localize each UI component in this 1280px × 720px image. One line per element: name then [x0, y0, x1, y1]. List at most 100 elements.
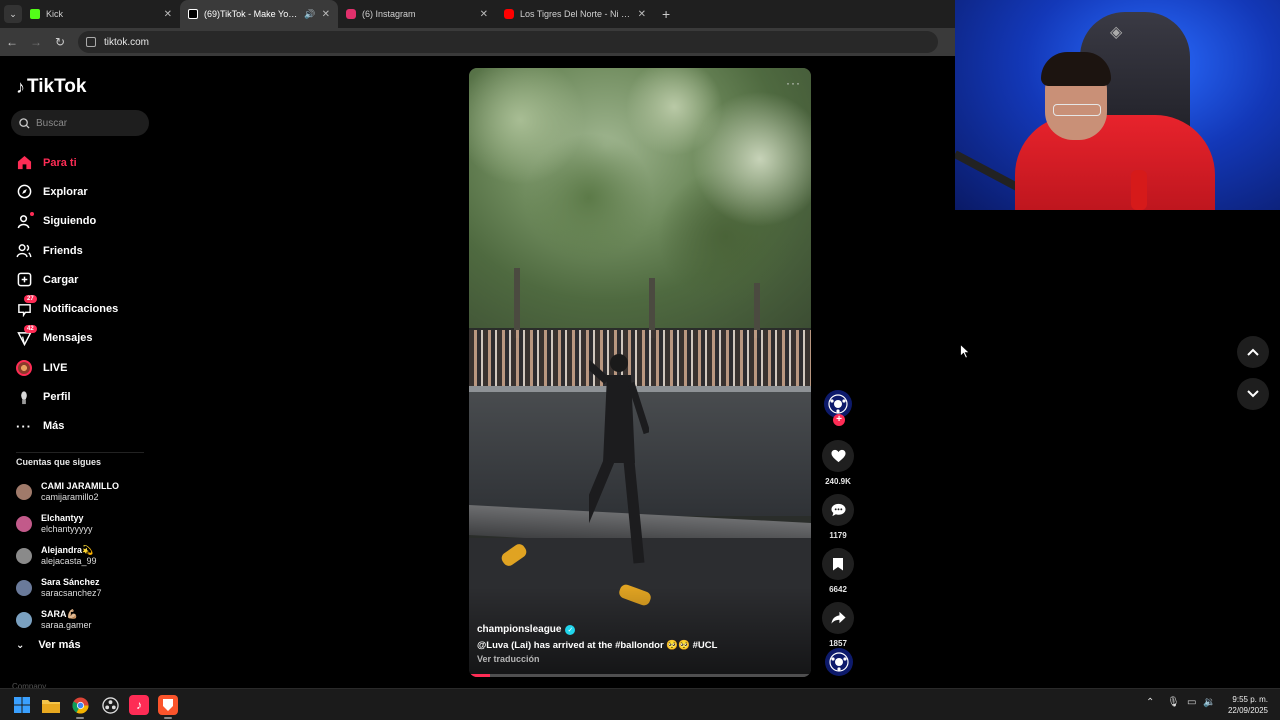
tiktok-logo[interactable]: ♪ TikTok — [16, 76, 86, 98]
instagram-favicon-icon — [346, 9, 356, 19]
following-account[interactable]: Sara Sánchez saracsanchez7 — [16, 572, 119, 604]
nav-item-live[interactable]: LIVE — [16, 353, 118, 382]
volume-tray-icon[interactable]: 🔉 — [1203, 697, 1215, 708]
like-action[interactable]: 240.9K — [822, 440, 854, 486]
back-icon[interactable]: ← — [0, 35, 24, 49]
tray-overflow-icon[interactable]: ⌃ — [1146, 697, 1154, 708]
bookmark-icon — [833, 558, 843, 571]
share-button[interactable] — [822, 602, 854, 634]
follow-plus-icon[interactable]: + — [833, 414, 845, 426]
close-tab-icon[interactable]: ✕ — [480, 9, 488, 20]
see-more-label: Ver más — [38, 639, 81, 651]
windows-taskbar: ♪ ⌃ 🎙 ▭ 🔉 9:55 p. m. 22/09/2025 — [0, 688, 1280, 720]
see-more-button[interactable]: ⌄ Ver más — [16, 639, 81, 651]
nav-item-explorar[interactable]: Explorar — [16, 177, 118, 206]
clock-date: 22/09/2025 — [1227, 706, 1268, 715]
search-input[interactable]: Buscar — [11, 110, 149, 136]
chrome-icon[interactable] — [70, 695, 90, 719]
video-author[interactable]: championsleague ✓ — [477, 624, 797, 635]
microphone-tray-icon[interactable]: 🎙 — [1167, 697, 1180, 708]
account-handle: elchantyyyyy — [41, 524, 93, 534]
save-button[interactable] — [822, 548, 854, 580]
chevron-down-icon — [1247, 390, 1259, 398]
comment-count: 1179 — [829, 531, 847, 540]
tab-title: Los Tigres Del Norte - Ni Parientes — [520, 9, 632, 19]
forward-icon[interactable]: → — [24, 35, 48, 49]
nav-item-siguiendo[interactable]: Siguiendo — [16, 207, 118, 236]
like-count: 240.9K — [825, 477, 851, 486]
address-bar[interactable]: tiktok.com — [78, 31, 938, 53]
tab-search-button[interactable]: ⌄ — [4, 5, 22, 23]
new-tab-icon[interactable]: + — [662, 6, 670, 22]
browser-tab-instagram[interactable]: (6) Instagram ✕ — [338, 0, 496, 28]
nav-label: Cargar — [43, 273, 79, 286]
browser-tab-youtube[interactable]: Los Tigres Del Norte - Ni Parientes ✕ — [496, 0, 654, 28]
taskbar-clock[interactable]: 9:55 p. m. 22/09/2025 — [1228, 694, 1268, 716]
nav-label: Notificaciones — [43, 303, 119, 316]
save-action[interactable]: 6642 — [822, 548, 854, 594]
nav-item-perfil[interactable]: Perfil — [16, 382, 118, 411]
close-tab-icon[interactable]: ✕ — [638, 9, 646, 20]
video-progress-fill — [469, 674, 490, 677]
champions-league-logo-icon — [829, 652, 849, 672]
brave-icon[interactable] — [158, 695, 178, 719]
following-account[interactable]: SARA💪🏼 saraa.gamer — [16, 604, 119, 636]
music-disc[interactable] — [825, 648, 853, 676]
previous-video-button[interactable] — [1237, 336, 1269, 368]
video-description: @Luva (Lai) has arrived at the #ballondo… — [477, 640, 718, 651]
speaker-icon[interactable]: 🔊 — [304, 9, 315, 20]
nav-item-notificaciones[interactable]: 27 Notificaciones — [16, 294, 118, 323]
chevron-down-icon: ⌄ — [16, 639, 25, 651]
windows-start-icon[interactable] — [12, 695, 32, 715]
champions-league-logo-icon — [828, 394, 848, 414]
site-info-icon[interactable] — [86, 37, 96, 47]
creator-avatar[interactable]: + — [824, 390, 852, 426]
video-more-icon[interactable]: ··· — [786, 76, 801, 90]
tiktok-app-icon[interactable]: ♪ — [129, 695, 149, 715]
nav-item-cargar[interactable]: Cargar — [16, 265, 118, 294]
account-name: Sara Sánchez — [41, 577, 100, 587]
avatar — [16, 484, 32, 500]
tree-trunk — [514, 268, 520, 338]
browser-tab-tiktok[interactable]: (69)TikTok - Make Your Day 🔊 ✕ — [180, 0, 338, 28]
translate-link[interactable]: Ver traducción — [477, 654, 797, 664]
avatar — [16, 516, 32, 532]
close-tab-icon[interactable]: ✕ — [164, 9, 172, 20]
logo-text: TikTok — [27, 76, 87, 97]
comment-button[interactable] — [822, 494, 854, 526]
message-badge: 42 — [24, 324, 37, 333]
nav-label: LIVE — [43, 361, 68, 374]
microphone — [1131, 170, 1147, 210]
video-scene-person — [589, 354, 649, 564]
nav-item-mas[interactable]: ··· Más — [16, 412, 118, 441]
browser-tab-kick[interactable]: Kick ✕ — [22, 0, 180, 28]
next-video-button[interactable] — [1237, 378, 1269, 410]
nav-label: Más — [43, 420, 65, 433]
youtube-favicon-icon — [504, 9, 514, 19]
nav-item-mensajes[interactable]: 42 Mensajes — [16, 324, 118, 353]
nav-item-friends[interactable]: Friends — [16, 236, 118, 265]
streamer-shirt — [1015, 115, 1215, 210]
video-player[interactable]: ··· championsleague ✓ @Luva (Lai) has ar… — [469, 68, 811, 677]
reload-icon[interactable]: ↻ — [48, 35, 72, 49]
share-action[interactable]: 1857 — [822, 602, 854, 648]
close-tab-icon[interactable]: ✕ — [322, 9, 330, 20]
verified-icon: ✓ — [565, 624, 576, 635]
file-explorer-icon[interactable] — [41, 695, 61, 715]
following-account[interactable]: CAMI JARAMILLO camijaramillo2 — [16, 476, 119, 508]
search-icon — [19, 117, 30, 129]
tab-title: Kick — [46, 9, 64, 19]
like-button[interactable] — [822, 440, 854, 472]
obs-icon[interactable] — [100, 695, 120, 715]
nav-item-para-ti[interactable]: Para ti — [16, 148, 118, 177]
new-content-dot — [30, 211, 34, 216]
account-name: Alejandra💫 — [41, 545, 94, 555]
chair-logo-icon: ◈ — [1110, 24, 1123, 41]
following-account[interactable]: Alejandra💫 alejacasta_99 — [16, 540, 119, 572]
notification-badge: 27 — [24, 295, 37, 304]
share-arrow-icon — [830, 611, 846, 624]
network-tray-icon[interactable]: ▭ — [1187, 697, 1196, 708]
following-account[interactable]: Elchantyy elchantyyyyy — [16, 508, 119, 540]
video-progress-bar[interactable] — [469, 674, 811, 677]
comment-action[interactable]: 1179 — [822, 494, 854, 540]
